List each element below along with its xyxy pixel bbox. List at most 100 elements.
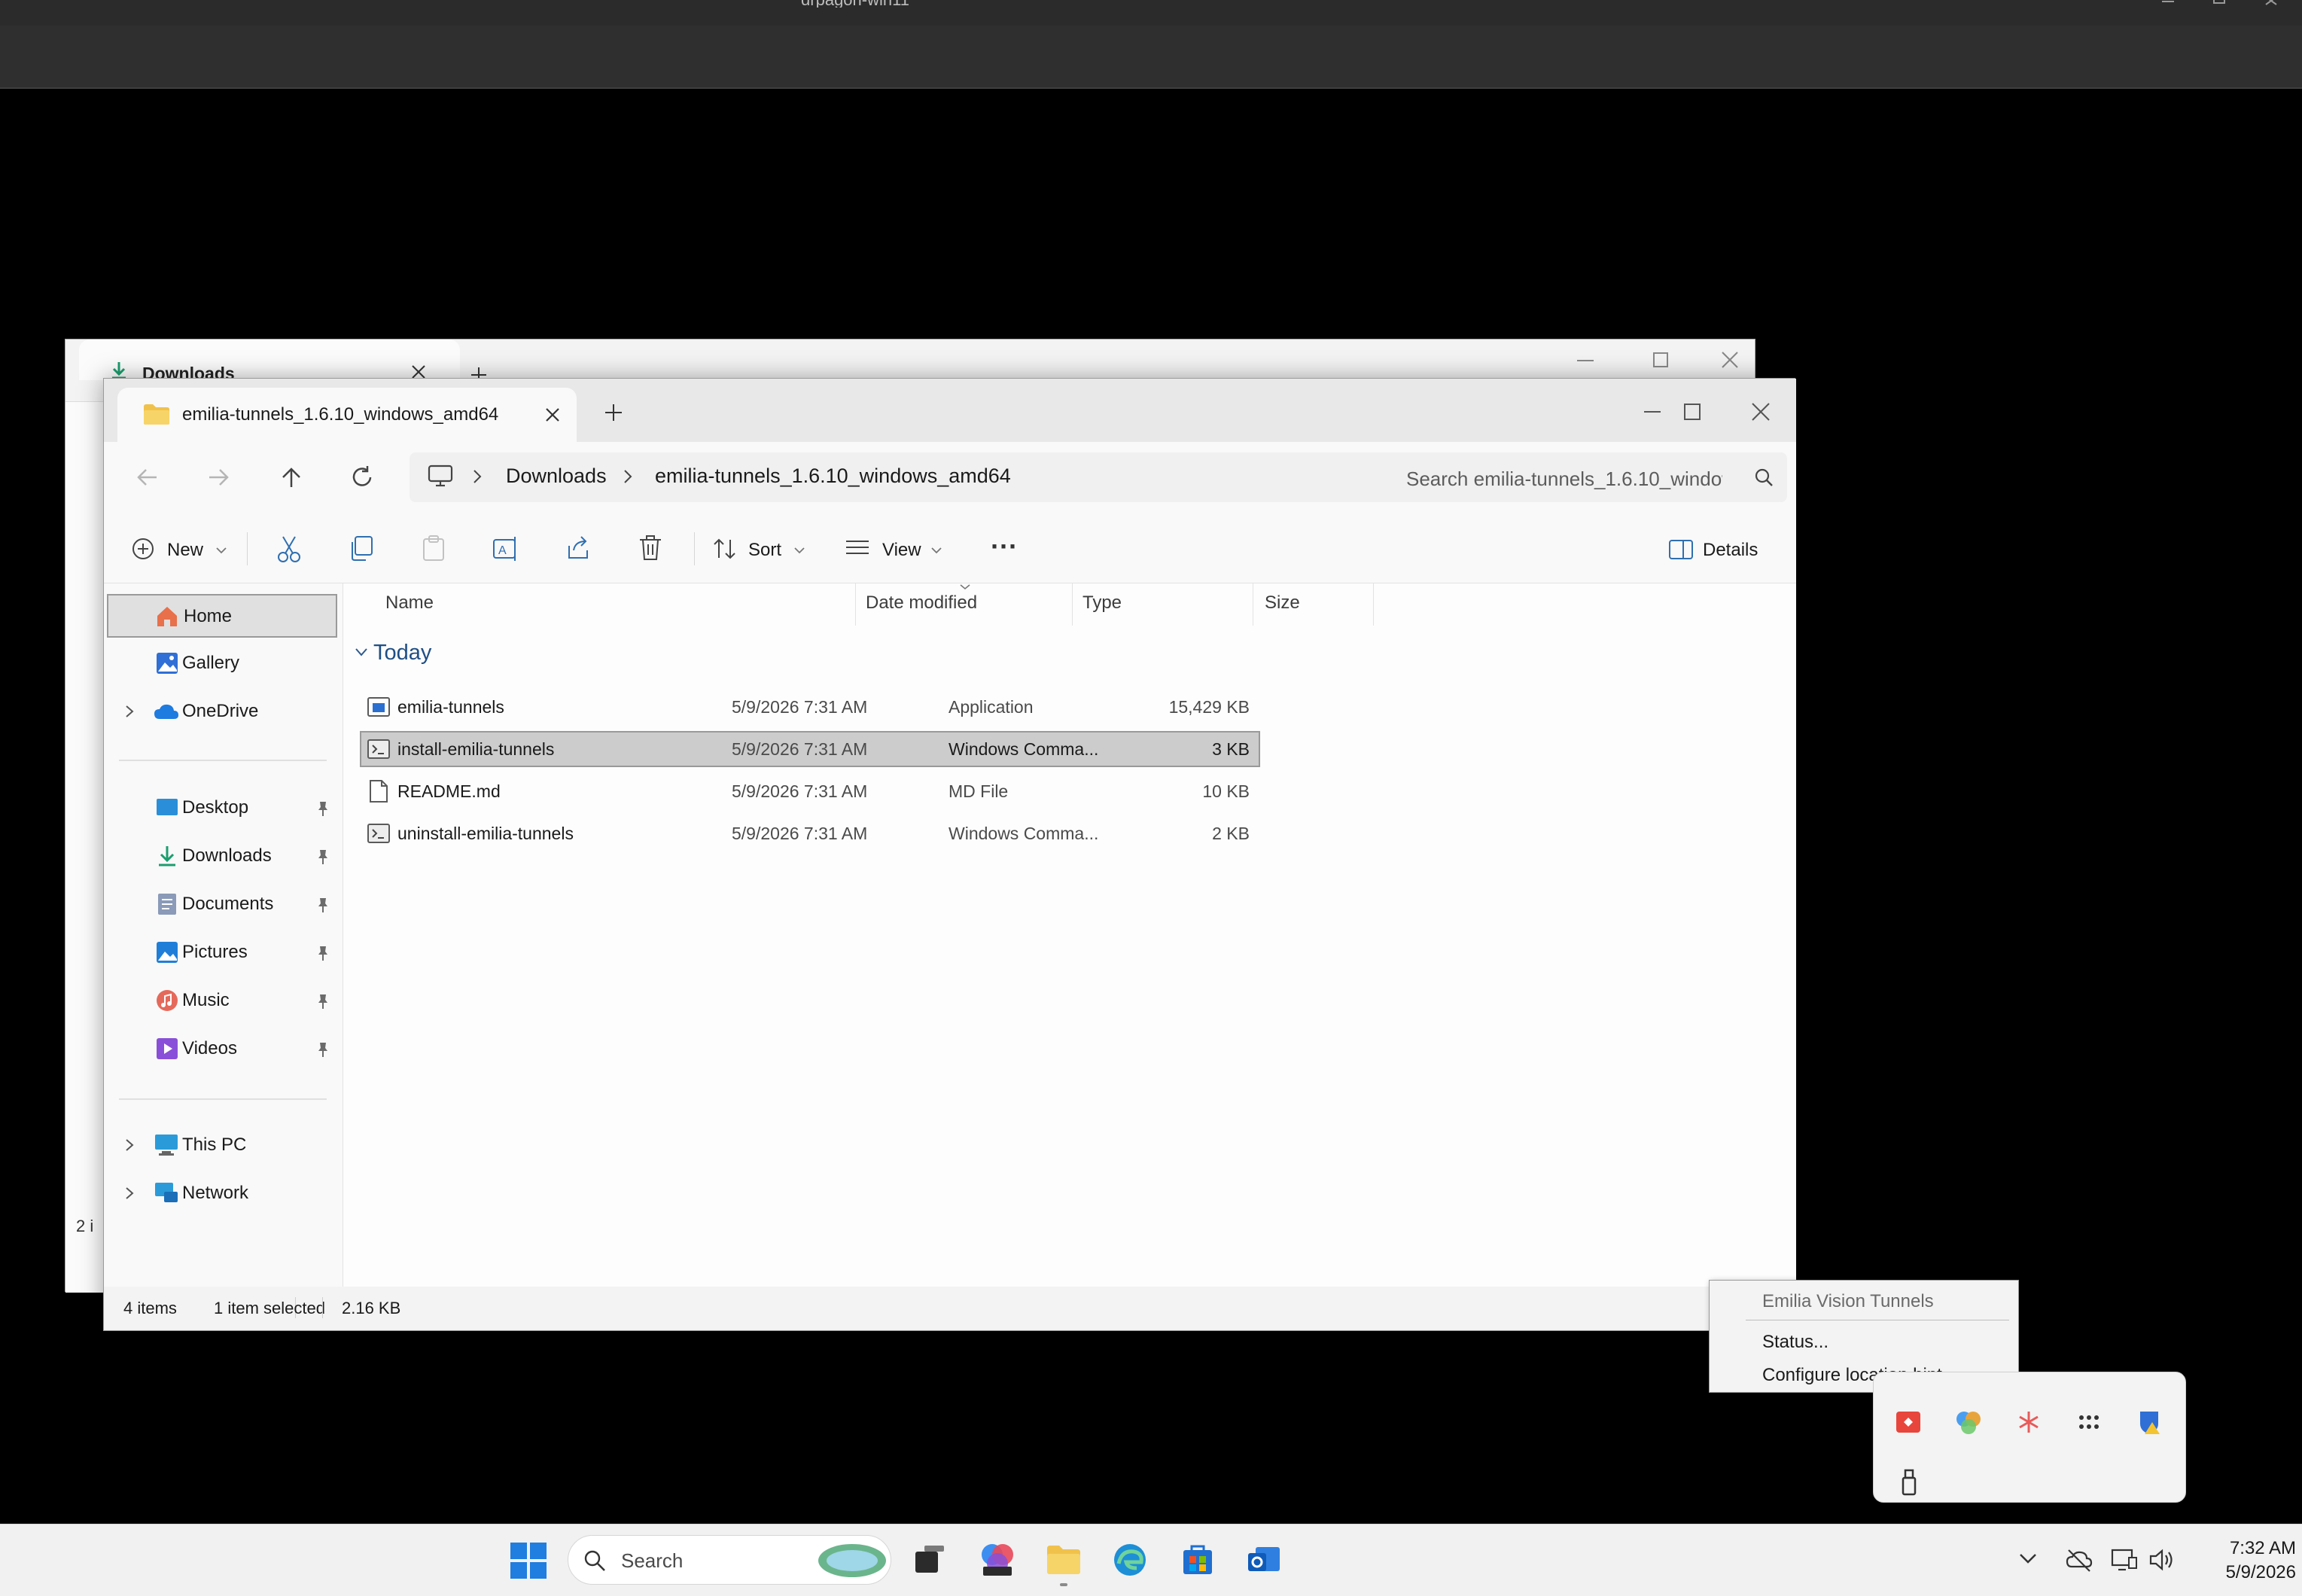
sidebar-item-music[interactable]: Music [107, 979, 337, 1023]
column-separator[interactable] [1373, 583, 1374, 626]
column-header-name[interactable]: Name [385, 592, 434, 614]
details-button[interactable]: Details [1668, 535, 1781, 565]
back-maximize-icon[interactable] [1651, 350, 1670, 370]
breadcrumb-current-folder[interactable]: emilia-tunnels_1.6.10_windows_amd64 [655, 464, 1011, 488]
front-explorer-window[interactable]: emilia-tunnels_1.6.10_windows_amd64 Down… [103, 378, 1796, 1331]
table-row[interactable]: uninstall-emilia-tunnels 5/9/2026 7:31 A… [360, 815, 1260, 851]
table-row[interactable]: emilia-tunnels 5/9/2026 7:31 AM Applicat… [360, 689, 1260, 725]
sidebar-item-home[interactable]: Home [107, 594, 337, 638]
volume-icon[interactable] [2148, 1547, 2176, 1573]
breadcrumb-chevron-icon[interactable] [470, 468, 485, 486]
back-close-icon[interactable] [1720, 350, 1740, 370]
column-header-date[interactable]: Date modified [866, 592, 977, 614]
sidebar-item-network[interactable]: Network [107, 1172, 337, 1216]
copy-icon[interactable] [348, 535, 375, 562]
chevron-right-icon[interactable] [123, 1138, 136, 1153]
pin-icon[interactable] [316, 897, 330, 913]
delete-icon[interactable] [637, 534, 664, 562]
videos-icon [157, 1038, 178, 1059]
pin-icon[interactable] [316, 1041, 330, 1058]
svg-text:A: A [498, 544, 507, 557]
file-name: README.md [397, 781, 501, 801]
taskbar-search-box[interactable]: Search [568, 1535, 891, 1585]
sidebar-item-videos[interactable]: Videos [107, 1028, 337, 1071]
add-icon [132, 538, 154, 559]
host-maximize-icon[interactable] [2204, 0, 2234, 8]
cut-icon[interactable] [276, 534, 303, 564]
sidebar-item-onedrive[interactable]: OneDrive [107, 690, 337, 734]
edge-icon[interactable] [1111, 1541, 1149, 1579]
table-row[interactable]: install-emilia-tunnels 5/9/2026 7:31 AM … [360, 731, 1260, 767]
back-minimize-icon[interactable] [1574, 358, 1597, 365]
sidebar-item-pictures[interactable]: Pictures [107, 931, 337, 975]
view-button[interactable]: View [845, 535, 950, 565]
up-arrow-icon[interactable] [279, 464, 304, 490]
copilot-icon[interactable] [1953, 1407, 1984, 1437]
pin-icon[interactable] [316, 945, 330, 961]
active-tab[interactable]: emilia-tunnels_1.6.10_windows_amd64 [117, 388, 577, 442]
outlook-icon[interactable] [1245, 1541, 1283, 1579]
sidebar-item-desktop[interactable]: Desktop [107, 787, 337, 830]
new-tab-icon[interactable] [604, 403, 623, 422]
sidebar-item-this-pc[interactable]: This PC [107, 1124, 337, 1168]
maximize-icon[interactable] [1674, 398, 1709, 425]
refresh-icon[interactable] [349, 464, 375, 490]
remote-desktop-icon[interactable] [1893, 1407, 1923, 1437]
more-options-button[interactable]: ··· [991, 531, 1018, 562]
chevron-right-icon[interactable] [123, 704, 136, 719]
breadcrumb-chevron-icon[interactable] [620, 468, 635, 486]
column-header-type[interactable]: Type [1082, 592, 1122, 614]
chevron-right-icon[interactable] [123, 1186, 136, 1201]
forward-arrow-icon[interactable] [206, 466, 232, 489]
usb-device-icon[interactable] [1893, 1467, 1923, 1497]
sort-button[interactable]: Sort [712, 535, 810, 565]
file-explorer-icon[interactable] [1045, 1541, 1082, 1579]
back-status-count: 2 i [76, 1217, 94, 1235]
column-separator[interactable] [1072, 583, 1073, 626]
group-header-today[interactable]: Today [354, 638, 504, 668]
store-icon[interactable] [1179, 1541, 1216, 1579]
sidebar-item-downloads[interactable]: Downloads [107, 835, 337, 879]
task-view-icon[interactable] [911, 1541, 949, 1579]
share-icon[interactable] [565, 535, 592, 562]
pin-icon[interactable] [316, 993, 330, 1010]
search-input[interactable]: Search emilia-tunnels_1.6.10_windows_amd… [1388, 452, 1787, 502]
back-tab[interactable]: Downloads [79, 340, 460, 383]
sidebar-item-label: OneDrive [182, 701, 259, 721]
pin-icon[interactable] [316, 800, 330, 817]
host-close-icon[interactable] [2257, 0, 2287, 8]
close-icon[interactable] [1743, 398, 1778, 425]
search-icon[interactable] [1754, 468, 1774, 487]
navigation-pane: Home Gallery OneDrive Desktop Downloads … [104, 583, 343, 1287]
column-header-size[interactable]: Size [1265, 592, 1300, 614]
table-row[interactable]: README.md 5/9/2026 7:31 AM MD File 10 KB [360, 773, 1260, 809]
text-file-icon [370, 780, 388, 803]
column-separator[interactable] [855, 583, 856, 626]
breadcrumb-downloads[interactable]: Downloads [506, 464, 607, 488]
new-button[interactable]: New [131, 535, 236, 565]
file-name: install-emilia-tunnels [397, 739, 555, 759]
ethernet-icon[interactable] [2111, 1547, 2138, 1573]
context-menu-status[interactable]: Status... [1762, 1332, 1829, 1353]
snowflake-icon[interactable] [2014, 1407, 2044, 1437]
start-icon[interactable] [509, 1541, 548, 1580]
taskbar-search-label: Search [621, 1549, 684, 1572]
host-minimize-icon[interactable] [2153, 0, 2183, 8]
paste-icon[interactable] [420, 535, 447, 562]
security-warning-icon[interactable] [2134, 1407, 2164, 1437]
rename-icon[interactable]: A [492, 535, 519, 562]
toolbar-divider [694, 532, 695, 565]
network-disconnected-icon[interactable] [2066, 1547, 2093, 1573]
microsoft-365-icon[interactable] [979, 1541, 1016, 1579]
apps-grid-icon[interactable] [2074, 1407, 2104, 1437]
sidebar-item-gallery[interactable]: Gallery [107, 642, 337, 686]
system-clock[interactable]: 7:32 AM 5/9/2026 [2176, 1537, 2296, 1585]
show-hidden-icons-icon[interactable] [2017, 1552, 2039, 1567]
music-icon [157, 990, 178, 1011]
minimize-icon[interactable] [1635, 398, 1670, 425]
address-bar[interactable]: Downloads emilia-tunnels_1.6.10_windows_… [410, 452, 1477, 502]
back-arrow-icon[interactable] [134, 466, 160, 489]
pin-icon[interactable] [316, 848, 330, 865]
sidebar-item-documents[interactable]: Documents [107, 883, 337, 927]
tab-close-icon[interactable] [544, 406, 562, 424]
